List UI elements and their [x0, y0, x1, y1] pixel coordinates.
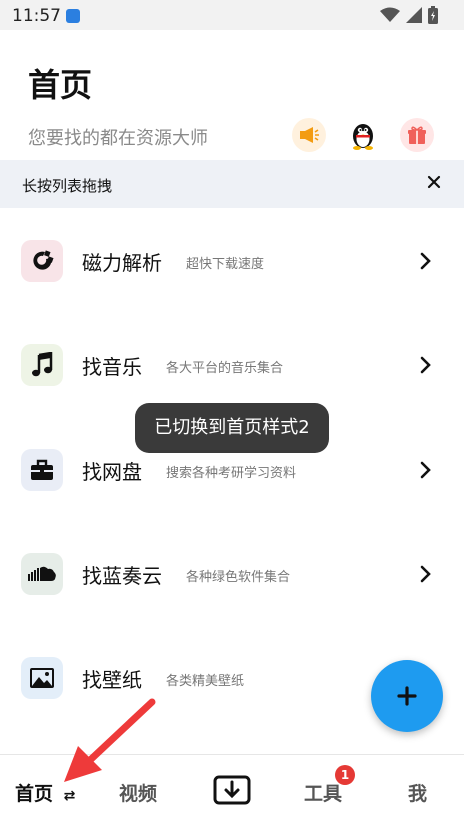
- page-title: 首页: [28, 66, 93, 104]
- drag-hint-text: 长按列表拖拽: [22, 177, 113, 195]
- chevron-right-icon: [420, 356, 431, 374]
- app-notification-icon: [66, 9, 80, 23]
- music-note-icon: [21, 344, 63, 386]
- item-title: 找音乐: [82, 355, 142, 379]
- list-item-music[interactable]: 找音乐 各大平台的音乐集合: [0, 320, 464, 410]
- item-title: 找壁纸: [82, 668, 142, 692]
- status-bar: 11:57: [0, 0, 464, 30]
- item-title: 找网盘: [82, 460, 142, 484]
- toast-message: 已切换到首页样式2: [135, 403, 329, 453]
- list-item-lanzou[interactable]: 找蓝奏云 各种绿色软件集合: [0, 529, 464, 619]
- close-icon[interactable]: [424, 172, 444, 192]
- chevron-right-icon: [420, 252, 431, 270]
- qq-penguin-icon[interactable]: [346, 118, 380, 152]
- gift-icon[interactable]: [400, 118, 434, 152]
- nav-video[interactable]: 视频: [119, 779, 157, 806]
- briefcase-icon: [21, 449, 63, 491]
- page-subtitle: 您要找的都在资源大师: [28, 128, 208, 149]
- magnet-icon: [21, 240, 63, 282]
- add-button[interactable]: [371, 660, 443, 732]
- item-desc: 各类精美壁纸: [166, 674, 245, 689]
- signal-icon: [406, 7, 422, 23]
- drag-hint-bar: 长按列表拖拽: [0, 160, 464, 208]
- image-icon: [21, 657, 63, 699]
- download-icon[interactable]: [213, 775, 251, 805]
- chevron-right-icon: [420, 565, 431, 583]
- chevron-right-icon: [420, 461, 431, 479]
- nav-tools[interactable]: 工具: [304, 779, 342, 806]
- item-desc: 超快下载速度: [186, 257, 265, 272]
- battery-icon: [428, 6, 438, 24]
- tools-badge: 1: [335, 765, 355, 785]
- item-desc: 搜索各种考研学习资料: [166, 466, 297, 481]
- status-time: 11:57: [12, 6, 61, 26]
- item-title: 磁力解析: [82, 251, 162, 275]
- swap-icon: ⇄: [63, 788, 76, 804]
- item-desc: 各种绿色软件集合: [186, 570, 291, 585]
- item-desc: 各大平台的音乐集合: [166, 361, 284, 376]
- status-right: [380, 6, 438, 24]
- horn-icon[interactable]: [292, 118, 326, 152]
- plus-icon: [397, 686, 417, 706]
- bottom-nav: 首页 ⇄ 视频 工具 1 我: [0, 754, 464, 826]
- soundcloud-icon: [21, 553, 63, 595]
- item-title: 找蓝奏云: [82, 564, 162, 588]
- wifi-icon: [380, 7, 400, 22]
- nav-me[interactable]: 我: [408, 779, 427, 806]
- nav-home[interactable]: 首页 ⇄: [15, 779, 75, 806]
- nav-home-label: 首页: [15, 783, 54, 805]
- list-item-magnet[interactable]: 磁力解析 超快下载速度: [0, 216, 464, 306]
